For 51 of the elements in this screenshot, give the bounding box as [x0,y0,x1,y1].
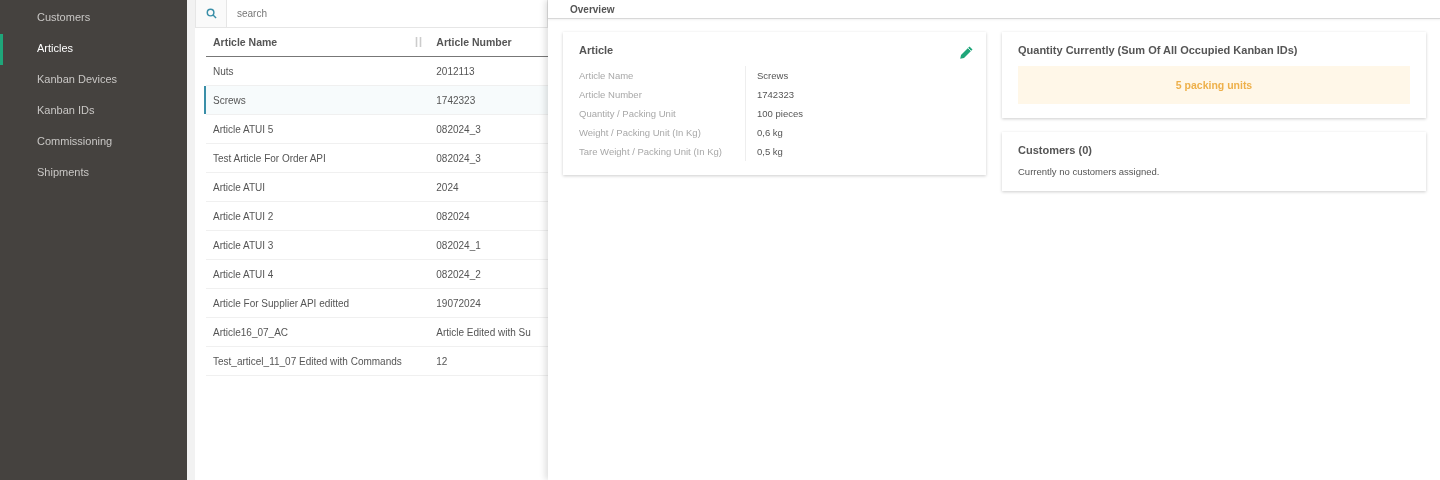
table-row[interactable]: Screws 1742323 [206,86,548,115]
table-cell: 2012113 [436,65,475,77]
field-value: 0,5 kg [757,146,783,157]
quantity-banner: 5 packing units [1018,66,1410,104]
table-cell: Test_articel_11_07 Edited with Commands [213,355,402,367]
table-cell: 082024 [436,210,470,222]
sidebar-item[interactable]: Articles [0,34,187,65]
table-cell: 1742323 [436,94,476,106]
field-value: Screws [757,70,789,81]
table-cell: 082024_2 [436,268,481,280]
edit-button[interactable] [958,45,974,61]
table-cell: 12 [436,355,448,367]
table-cell: Article ATUI 5 [213,123,274,135]
table-cell: 082024_3 [436,152,481,164]
sort-icon[interactable] [414,37,424,47]
field-label: Article Number [579,89,642,100]
table-cell: 082024_3 [436,123,481,135]
sidebar-item[interactable]: Commissioning [0,127,187,158]
table-cell: Nuts [213,65,234,77]
field-value: 0,6 kg [757,127,783,138]
table-cell: Article ATUI 3 [213,239,274,251]
table-cell: Article For Supplier API editted [213,297,350,309]
field-label: Article Name [579,70,634,81]
table-cell: Article ATUI [213,181,266,193]
table-cell: 082024_1 [436,239,481,251]
sidebar-item[interactable]: Shipments [0,158,187,189]
card-title: Article [579,44,614,56]
table-cell: 19072024 [436,297,481,309]
table-cell: Test Article For Order API [213,152,326,164]
field-label: Weight / Packing Unit (In Kg) [579,127,701,138]
column-header[interactable]: Article Number [436,36,512,48]
card-title: Quantity Currently (Sum Of All Occupied Kanban IDs) [1018,44,1298,56]
panel-title: Overview [570,3,615,15]
field-label: Quantity / Packing Unit [579,108,676,119]
empty-message: Currently no customers assigned. [1018,166,1160,177]
card-title: Customers (0) [1018,144,1092,156]
field-label: Tare Weight / Packing Unit (In Kg) [579,146,722,157]
field-value: 1742323 [757,89,794,100]
table-cell: 2024 [436,181,459,193]
field-value: 100 pieces [757,108,803,119]
column-header[interactable]: Article Name [213,36,278,48]
sidebar-item[interactable]: Kanban Devices [0,65,187,96]
table-cell: Article ATUI 2 [213,210,274,222]
table-cell: Screws [213,94,246,106]
search-icon[interactable] [205,8,217,19]
sidebar-item[interactable]: Kanban IDs [0,96,187,127]
sidebar-item[interactable]: Customers [0,3,187,34]
pencil-icon [958,45,974,61]
table-cell: Article Edited with Su [436,326,531,338]
table-cell: Article16_07_AC [213,326,289,338]
table-cell: Article ATUI 4 [213,268,274,280]
